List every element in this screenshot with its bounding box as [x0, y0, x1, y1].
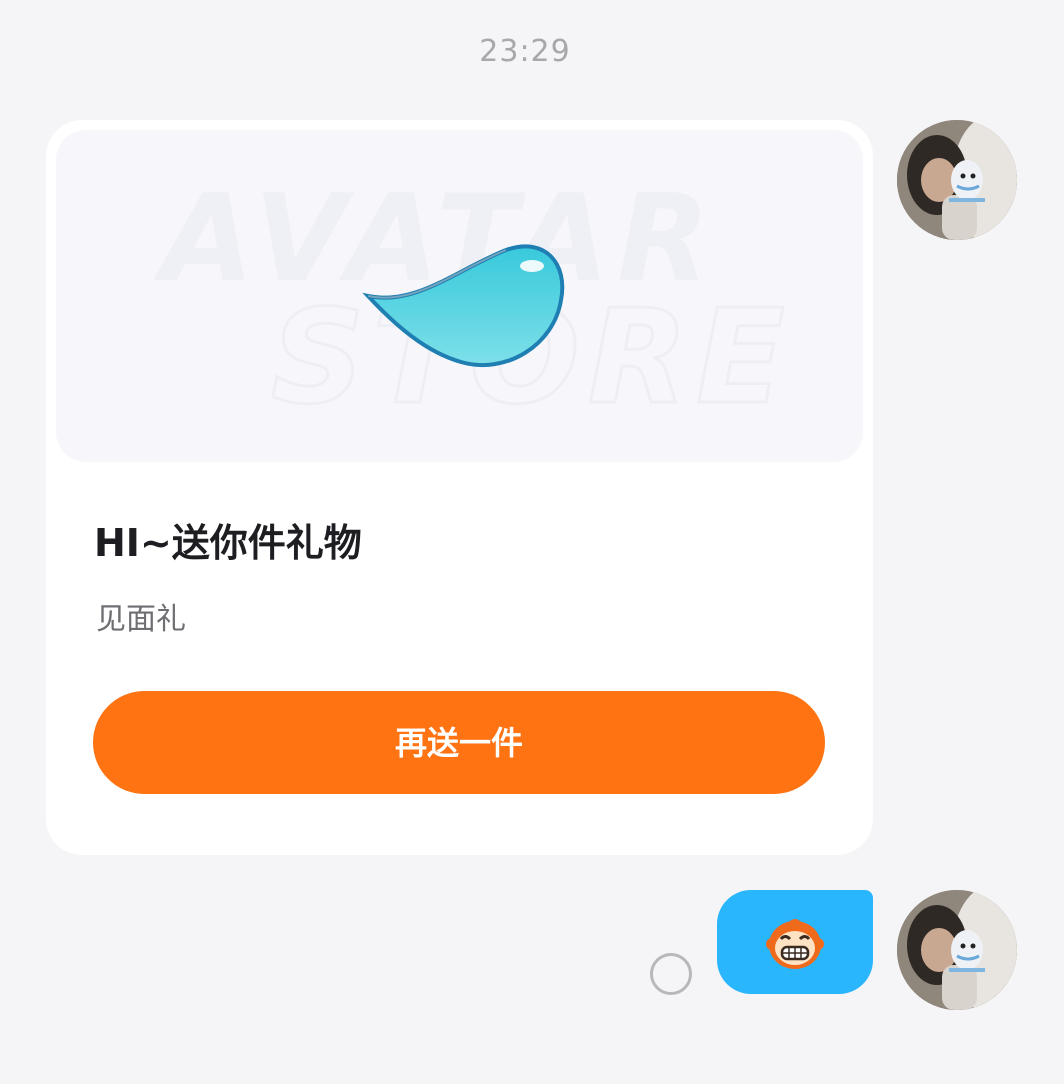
user-avatar[interactable]: [897, 890, 1017, 1010]
gift-subtitle: 见面礼: [96, 602, 186, 637]
emoji-message-bubble[interactable]: [717, 890, 873, 994]
sending-status-icon: [650, 953, 692, 995]
message-timestamp: 23:29: [479, 34, 571, 69]
send-again-button[interactable]: 再送一件: [93, 691, 825, 794]
gift-card[interactable]: AVATAR STORE HI~送你件礼物 见面礼 再送一件: [46, 120, 873, 855]
avatar-photo: [897, 120, 1017, 240]
chat-screen: 23:29 AVATAR STORE HI~送你件礼物 见面礼 再送一件: [0, 0, 1064, 1084]
user-avatar[interactable]: [897, 120, 1017, 240]
gift-image: AVATAR STORE: [56, 130, 863, 462]
grinning-monkey-sticker: [766, 919, 824, 969]
gift-title: HI~送你件礼物: [94, 521, 362, 565]
avatar-photo: [897, 890, 1017, 1010]
